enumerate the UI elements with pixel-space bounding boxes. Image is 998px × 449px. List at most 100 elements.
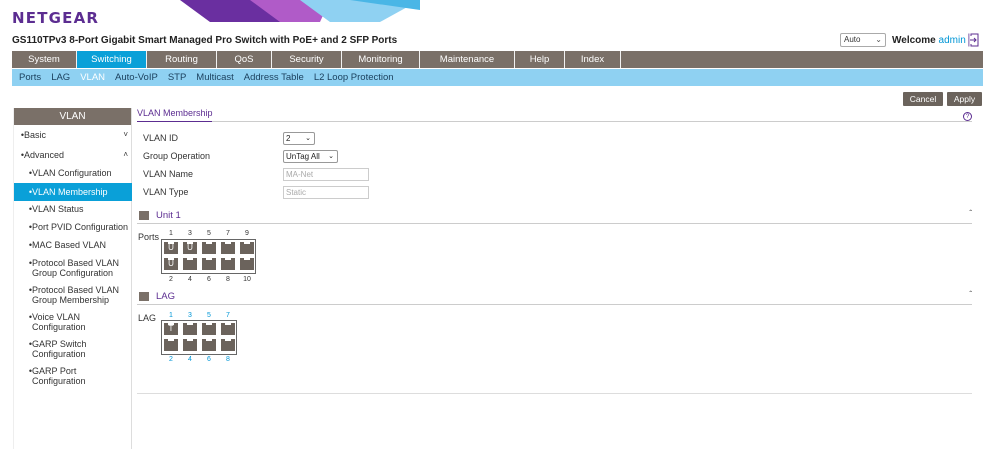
lag-4[interactable] [182,338,198,352]
port-8[interactable] [220,257,236,271]
sidebar-item-label: MAC Based VLAN [32,240,107,250]
sidebar-item-label: VLAN Configuration [32,168,112,178]
language-select[interactable]: Auto ⌄ [840,33,886,47]
subtab-multicast[interactable]: Multicast [196,69,233,86]
port-number: 4 [188,276,192,283]
chevron-down-icon: ˅ [123,130,128,139]
vlan-id-select[interactable]: 2 ⌄ [283,132,315,145]
lag-group-header[interactable]: LAG ˆ [137,290,972,305]
chevron-down-icon: ⌄ [328,153,334,160]
group-operation-value: UnTag All [286,152,320,161]
port-number: 8 [226,276,230,283]
vlan-name-label: VLAN Name [143,169,194,179]
lag-6[interactable] [201,338,217,352]
chevron-down-icon: ⌄ [875,35,882,44]
bullet-icon: • [28,339,32,349]
tab-maintenance[interactable]: Maintenance [420,51,515,68]
lag-number: 6 [207,356,211,363]
lag-5[interactable] [201,322,217,336]
lag-8[interactable] [220,338,236,352]
port-number: 5 [207,230,211,237]
chevron-down-icon: ⌄ [305,135,311,142]
section-underline [137,121,212,122]
port-7[interactable] [220,241,236,255]
subtab-ports[interactable]: Ports [19,69,41,86]
cancel-button[interactable]: Cancel [903,92,943,106]
vlan-name-field[interactable]: MA-Net [283,168,369,181]
sidebar-item-label: Protocol Based VLAN Group Membership [32,285,120,305]
sidebar-item-advanced[interactable]: •Advanced ˄ [14,150,132,160]
unit-group-header[interactable]: Unit 1 ˆ [137,209,972,224]
logout-icon[interactable] [968,33,980,47]
sidebar-item-voice-vlan-configuration[interactable]: • Voice VLAN Configuration [14,312,132,332]
sidebar-item-label: Advanced [24,150,65,160]
sidebar-item-label: Port PVID Configuration [32,222,129,232]
sidebar-item-port-pvid-configuration[interactable]: •Port PVID Configuration [14,222,132,232]
group-operation-select[interactable]: UnTag All ⌄ [283,150,338,163]
subtab-lag[interactable]: LAG [51,69,70,86]
port-3[interactable]: U [182,241,198,255]
bullet-icon: • [28,187,32,197]
port-5[interactable] [201,241,217,255]
username-link[interactable]: admin [939,35,966,46]
lag-number: 7 [226,312,230,319]
lag-3[interactable] [182,322,198,336]
product-title: GS110TPv3 8-Port Gigabit Smart Managed P… [12,35,398,46]
bullet-icon: • [28,222,32,232]
app-root: NETGEAR GS110TPv3 8-Port Gigabit Smart M… [0,0,998,449]
sidebar-item-garp-switch-configuration[interactable]: • GARP Switch Configuration [14,339,132,359]
section-divider [212,121,972,122]
port-10[interactable] [239,257,255,271]
sidebar-item-vlan-membership[interactable]: •VLAN Membership [14,183,132,201]
port-4[interactable] [182,257,198,271]
subtab-auto-voip[interactable]: Auto-VoIP [115,69,158,86]
port-number: 3 [188,230,192,237]
port-1[interactable]: U [163,241,179,255]
sidebar-item-vlan-status[interactable]: •VLAN Status [14,204,132,214]
subtab-l2-loop-protection[interactable]: L2 Loop Protection [314,69,394,86]
lag-title: LAG [156,291,176,302]
chevron-up-icon[interactable]: ˆ [969,290,972,299]
port-number: 1 [169,230,173,237]
tab-system[interactable]: System [12,51,77,68]
ports-grid: U U U [161,239,256,274]
unit-icon [139,211,149,220]
sidebar-item-mac-based-vlan[interactable]: •MAC Based VLAN [14,240,132,250]
apply-button[interactable]: Apply [947,92,982,106]
content-bottom-divider [137,393,972,394]
lag-2[interactable] [163,338,179,352]
bullet-icon: • [28,312,32,322]
port-6[interactable] [201,257,217,271]
lag-7[interactable] [220,322,236,336]
subtab-vlan[interactable]: VLAN [80,69,105,86]
bullet-icon: • [20,150,24,160]
vlan-type-field: Static [283,186,369,199]
sidebar-item-basic[interactable]: •Basic ˅ [14,130,132,140]
sidebar-item-protocol-vlan-group-membership[interactable]: • Protocol Based VLAN Group Membership [14,285,132,305]
port-number: 10 [243,276,251,283]
tab-switching[interactable]: Switching [77,51,147,68]
lag-number: 4 [188,356,192,363]
tab-routing[interactable]: Routing [147,51,217,68]
lag-1[interactable]: T [163,322,179,336]
sidebar-item-protocol-vlan-group-config[interactable]: • Protocol Based VLAN Group Configuration [14,258,132,278]
vlan-id-label: VLAN ID [143,133,179,143]
tab-monitoring[interactable]: Monitoring [342,51,420,68]
chevron-up-icon[interactable]: ˆ [969,209,972,218]
tab-qos[interactable]: QoS [217,51,272,68]
tab-help[interactable]: Help [515,51,565,68]
netgear-logo: NETGEAR [12,9,100,27]
tab-security[interactable]: Security [272,51,342,68]
help-icon[interactable]: ? [963,112,972,121]
header-banner-graphic [180,0,420,22]
bullet-icon: • [28,168,32,178]
port-2[interactable]: U [163,257,179,271]
tab-index[interactable]: Index [565,51,621,68]
subtab-stp[interactable]: STP [168,69,186,86]
sidebar-item-label: GARP Port Configuration [32,366,86,386]
welcome-text: Welcome admin [892,35,966,46]
sidebar-item-vlan-configuration[interactable]: •VLAN Configuration [14,168,132,178]
port-9[interactable] [239,241,255,255]
sidebar-item-garp-port-configuration[interactable]: • GARP Port Configuration [14,366,132,386]
subtab-address-table[interactable]: Address Table [244,69,304,86]
